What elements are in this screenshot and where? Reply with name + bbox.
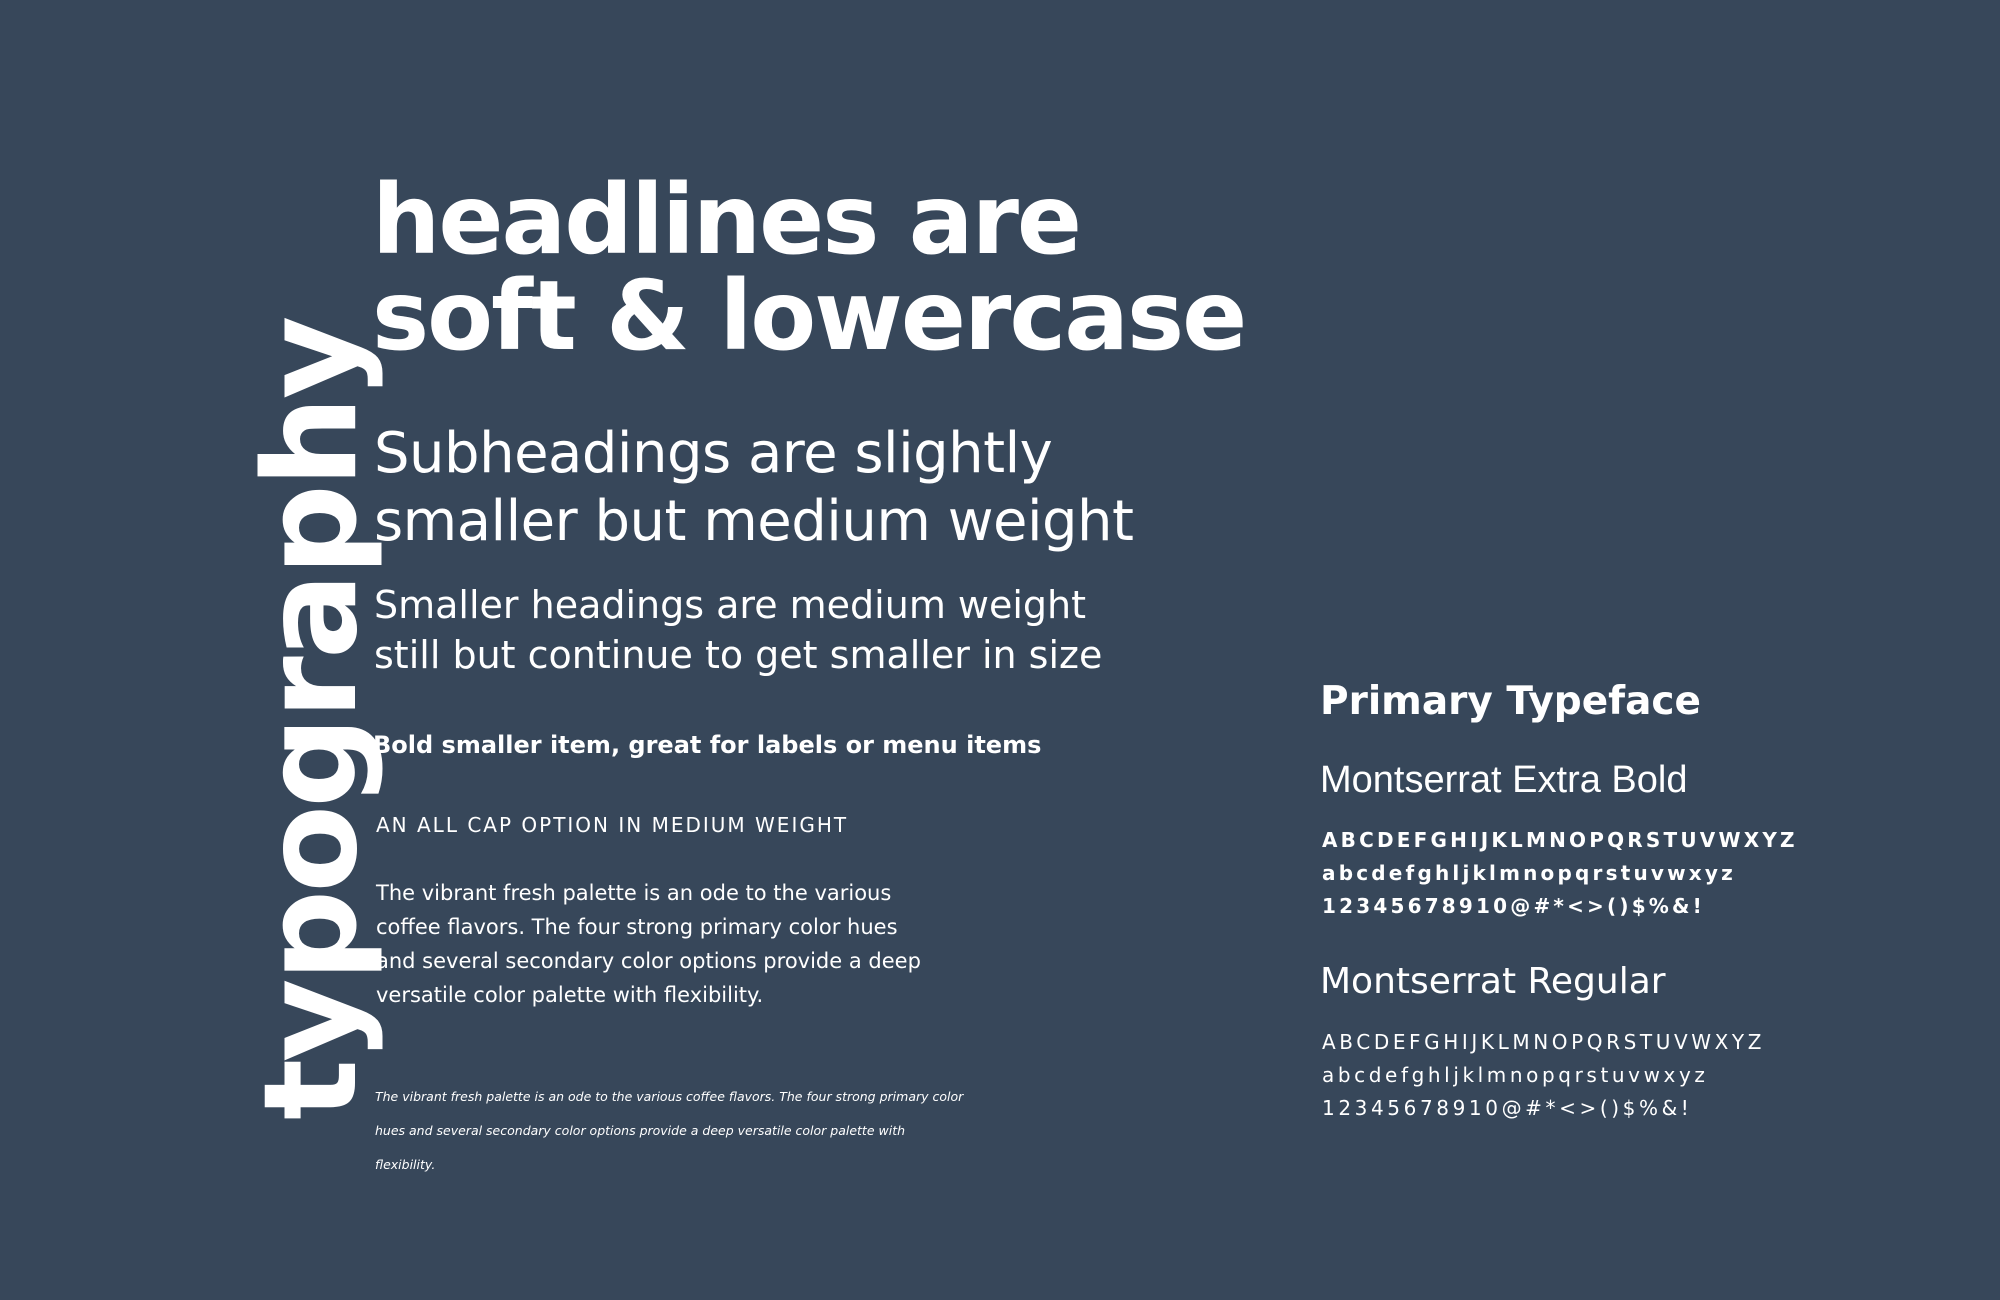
smaller-heading-line-1: Smaller headings are medium weight xyxy=(374,583,1087,627)
body-text-sample: The vibrant fresh palette is an ode to t… xyxy=(376,876,996,1012)
body-text-line: and several secondary color options prov… xyxy=(376,949,921,973)
smaller-heading-line-2: still but continue to get smaller in siz… xyxy=(374,633,1103,677)
headline-line-1: headlines are xyxy=(372,164,1082,276)
headline-line-2: soft & lowercase xyxy=(372,260,1247,372)
subheading-line-1: Subheadings are slightly xyxy=(374,421,1053,486)
extra-bold-uppercase: ABCDEFGHIJKLMNOPQRSTUVWXYZ xyxy=(1322,828,1798,852)
primary-typeface-title: Primary Typeface xyxy=(1320,679,1701,724)
small-italic-line: flexibility. xyxy=(375,1157,436,1172)
headline-sample: headlines are soft & lowercase xyxy=(372,164,1247,372)
subheading-line-2: smaller but medium weight xyxy=(374,489,1134,554)
subheading-sample: Subheadings are slightly smaller but med… xyxy=(374,420,1134,556)
regular-uppercase: ABCDEFGHIJKLMNOPQRSTUVWXYZ xyxy=(1322,1030,1766,1054)
body-text-line: coffee flavors. The four strong primary … xyxy=(376,915,898,939)
body-text-line: The vibrant fresh palette is an ode to t… xyxy=(376,881,892,905)
extra-bold-symbols: 12345678910@#*<>()$%&! xyxy=(1322,894,1706,918)
regular-charset: ABCDEFGHIJKLMNOPQRSTUVWXYZ abcdefghljklm… xyxy=(1322,1026,1765,1125)
body-text-line: versatile color palette with flexibility… xyxy=(376,983,764,1007)
regular-font-name: Montserrat Regular xyxy=(1320,961,1666,1002)
vertical-section-title: typography xyxy=(237,318,386,1121)
allcap-label-sample: AN ALL CAP OPTION IN MEDIUM WEIGHT xyxy=(376,813,849,837)
extra-bold-font-name: Montserrat Extra Bold xyxy=(1320,759,1688,801)
regular-symbols: 12345678910@#*<>()$%&! xyxy=(1322,1096,1693,1120)
smaller-heading-sample: Smaller headings are medium weight still… xyxy=(374,580,1102,680)
bold-label-sample: Bold smaller item, great for labels or m… xyxy=(373,731,1042,759)
extra-bold-lowercase: abcdefghljklmnopqrstuvwxyz xyxy=(1322,861,1736,885)
small-italic-line: The vibrant fresh palette is an ode to t… xyxy=(375,1089,964,1104)
small-italic-line: hues and several secondary color options… xyxy=(375,1123,906,1138)
regular-lowercase: abcdefghljklmnopqrstuvwxyz xyxy=(1322,1063,1709,1087)
extra-bold-charset: ABCDEFGHIJKLMNOPQRSTUVWXYZ abcdefghljklm… xyxy=(1322,824,1798,923)
small-italic-sample: The vibrant fresh palette is an ode to t… xyxy=(375,1080,963,1182)
